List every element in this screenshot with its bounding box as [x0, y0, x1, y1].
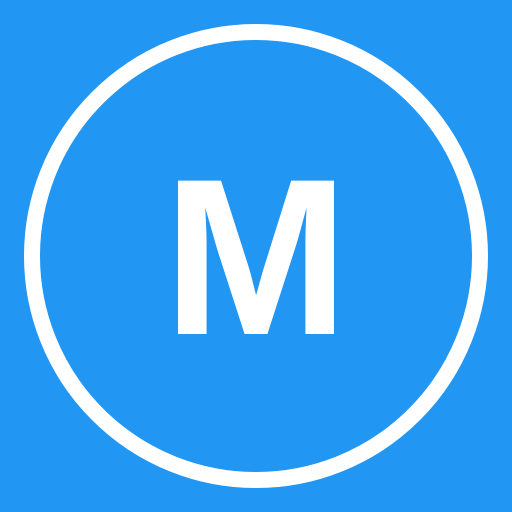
app-icon-tile: M — [0, 0, 512, 512]
icon-letter: M — [163, 132, 349, 382]
